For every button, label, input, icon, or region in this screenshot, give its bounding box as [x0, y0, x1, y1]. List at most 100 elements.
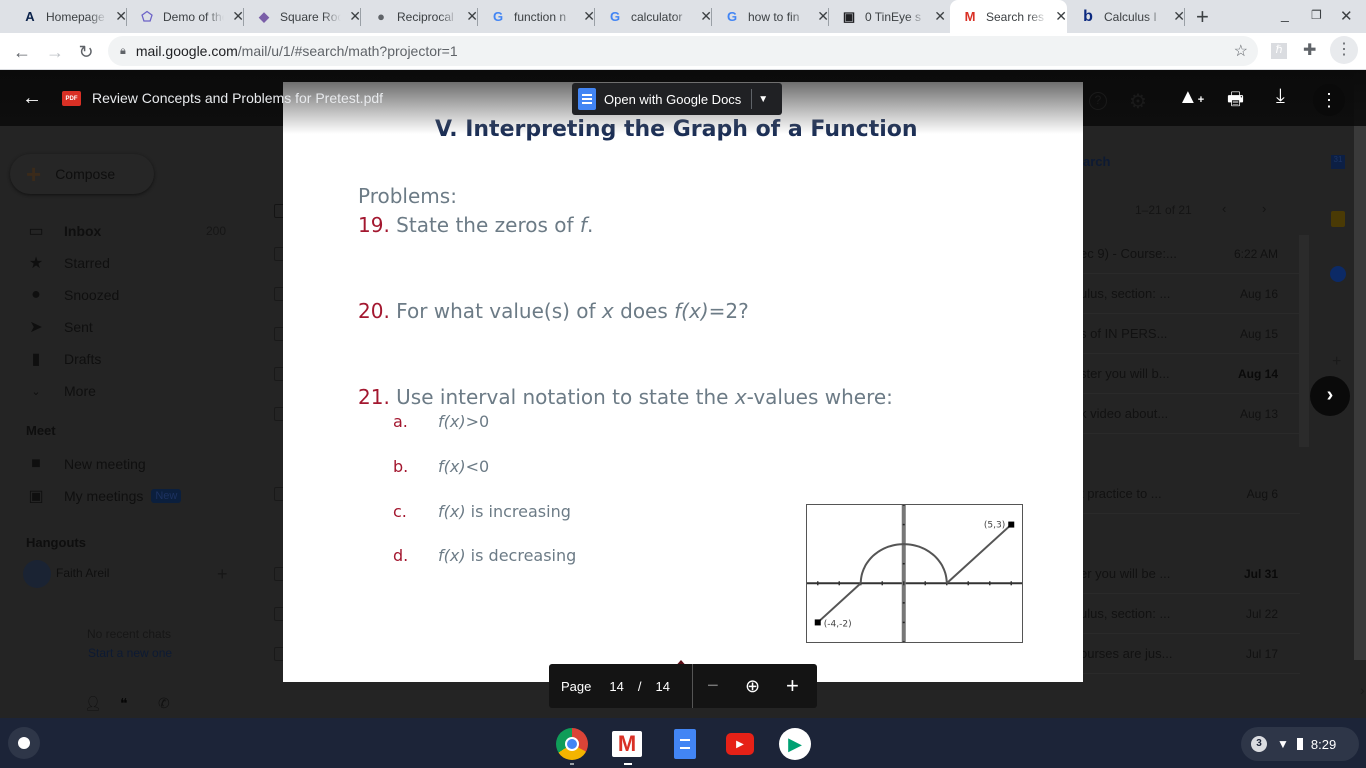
- open-with-docs-button[interactable]: Open with Google Docs ▼: [572, 83, 782, 115]
- close-tab-icon[interactable]: ✕: [934, 8, 946, 25]
- video-icon: ■: [31, 455, 41, 472]
- sidebar-item-inbox[interactable]: ▭ Inbox 200: [26, 217, 226, 245]
- mail-row[interactable]: ulus, section: ... Aug 16: [1080, 274, 1300, 314]
- back-button[interactable]: ←: [10, 40, 34, 64]
- play-store-icon[interactable]: ▶: [779, 728, 811, 760]
- page-controls: Page 14 / 14 − ⊕ +: [549, 664, 817, 708]
- mail-row[interactable]: k video about... Aug 13: [1080, 394, 1300, 434]
- phone-icon[interactable]: ✆: [158, 695, 170, 712]
- download-icon[interactable]: ⤓: [1276, 85, 1285, 108]
- tab[interactable]: A Homepage ✕: [10, 0, 127, 33]
- inbox-icon: ▭: [28, 223, 44, 240]
- sidebar-item-starred[interactable]: ★ Starred: [26, 249, 110, 277]
- browser-menu-icon[interactable]: ⋮: [1330, 36, 1358, 64]
- avatar: [23, 560, 51, 588]
- sidebar-item-snoozed[interactable]: ● Snoozed: [26, 281, 119, 309]
- back-arrow-icon[interactable]: ←: [22, 87, 42, 110]
- university-arizona-icon: A: [25, 9, 35, 24]
- mail-row[interactable]: t practice to ... Aug 6: [1080, 474, 1300, 514]
- subpart-c: c.: [393, 502, 407, 521]
- help-icon[interactable]: ?: [1089, 92, 1107, 110]
- address-bar[interactable]: 🔒︎ mail.google.com/mail/u/1/#search/math…: [108, 36, 1258, 66]
- keep-app-icon[interactable]: [1331, 211, 1345, 227]
- tab[interactable]: b Calculus I ✕: [1068, 0, 1185, 33]
- status-tray[interactable]: 3 ▼ 8:29: [1241, 727, 1359, 761]
- subpart-c-text: f(x) is increasing: [438, 502, 571, 521]
- forward-button[interactable]: →: [43, 40, 67, 64]
- next-file-button[interactable]: ›: [1310, 376, 1350, 416]
- tab[interactable]: ● Reciprocal ✕: [361, 0, 478, 33]
- mail-row[interactable]: ulus, section: ... Jul 22: [1080, 594, 1300, 634]
- tab[interactable]: ▣ 0 TinEye s ✕: [829, 0, 946, 33]
- docs-icon[interactable]: [674, 729, 696, 759]
- sidebar-item-sent[interactable]: ➤ Sent: [26, 313, 93, 341]
- calendar-app-icon[interactable]: 31: [1331, 155, 1345, 169]
- gmail-icon[interactable]: M: [612, 731, 642, 757]
- contacts-icon[interactable]: 👤︎: [84, 695, 102, 712]
- hangouts-heading: Hangouts: [26, 535, 86, 550]
- minimize-button[interactable]: _: [1281, 6, 1289, 22]
- extension-icon[interactable]: ℏ: [1271, 43, 1287, 59]
- subpart-d: d.: [393, 546, 409, 565]
- sidebar-item-drafts[interactable]: ▮ Drafts: [26, 345, 102, 373]
- tab-active[interactable]: M Search res ✕: [950, 0, 1067, 33]
- puzzle-extensions-icon[interactable]: ✚: [1303, 40, 1316, 60]
- zoom-in-button[interactable]: +: [786, 673, 799, 699]
- expand-panel-icon[interactable]: ›: [1360, 682, 1365, 698]
- print-icon[interactable]: 🖶︎: [1227, 87, 1244, 117]
- tab[interactable]: ⬠ Demo of the ✕: [127, 0, 244, 33]
- hangouts-user[interactable]: Faith Areil: [56, 566, 109, 580]
- hangouts-icon[interactable]: ❝: [120, 695, 128, 712]
- running-indicator: [624, 763, 632, 765]
- new-meeting-item[interactable]: ■ New meeting: [26, 450, 146, 478]
- compose-button[interactable]: + Compose: [10, 154, 154, 194]
- mail-row[interactable]: er you will be ... Jul 31: [1080, 554, 1300, 594]
- close-window-button[interactable]: ✕: [1340, 7, 1353, 25]
- function-graph: (-4,-2) (5,3): [806, 504, 1023, 643]
- tasks-app-icon[interactable]: [1330, 266, 1346, 282]
- zoom-out-button[interactable]: −: [707, 675, 719, 698]
- add-to-drive-icon[interactable]: ▲+: [1178, 86, 1204, 109]
- reload-button[interactable]: ↻: [74, 40, 98, 64]
- scrollbar[interactable]: [1299, 235, 1309, 447]
- tab[interactable]: G calculator ✕: [595, 0, 712, 33]
- open-with-dropdown-icon[interactable]: ▼: [758, 94, 768, 105]
- mail-row[interactable]: ster you will b... Aug 14: [1080, 354, 1300, 394]
- mail-row[interactable]: s of IN PERS... Aug 15: [1080, 314, 1300, 354]
- close-tab-icon[interactable]: ✕: [1055, 8, 1067, 25]
- left-endpoint: [814, 619, 821, 626]
- prev-page-button[interactable]: ‹: [1222, 201, 1226, 216]
- mail-row[interactable]: ourses are jus... Jul 17: [1080, 634, 1300, 674]
- clock-time: 8:29: [1310, 736, 1337, 752]
- google-icon: G: [609, 9, 621, 24]
- bing-icon: b: [1083, 7, 1093, 25]
- tab[interactable]: G function n ✕: [478, 0, 595, 33]
- start-chat-link[interactable]: Start a new one: [88, 646, 172, 660]
- settings-gear-icon[interactable]: ⚙: [1129, 89, 1147, 114]
- restore-button[interactable]: ❐: [1311, 8, 1322, 22]
- youtube-icon[interactable]: ▶: [726, 733, 754, 755]
- add-chat-icon[interactable]: +: [217, 564, 228, 585]
- current-page-input[interactable]: 14: [609, 679, 623, 694]
- clock-icon: ●: [31, 286, 41, 303]
- sidebar-item-more[interactable]: ⌄ More: [26, 377, 96, 405]
- my-meetings-item[interactable]: ▣ My meetings New: [26, 482, 182, 510]
- zoom-icon[interactable]: ⊕: [745, 676, 760, 697]
- chevron-down-icon: ⌄: [31, 385, 41, 398]
- mail-row[interactable]: ec 9) - Course:... 6:22 AM: [1080, 234, 1300, 274]
- chrome-icon[interactable]: [556, 728, 588, 760]
- more-options-icon[interactable]: ⋮: [1313, 84, 1345, 116]
- tab[interactable]: ◆ Square Root ✕: [244, 0, 361, 33]
- section-heading: V. Interpreting the Graph of a Function: [435, 117, 918, 142]
- bookmark-star-icon[interactable]: ☆: [1234, 41, 1248, 61]
- launcher-button[interactable]: [8, 727, 40, 759]
- next-page-button[interactable]: ›: [1262, 201, 1266, 216]
- problem-20: 20. For what value(s) of x does f(x)=2?: [358, 299, 749, 323]
- google-docs-icon: [578, 88, 596, 110]
- tab[interactable]: G how to fin ✕: [712, 0, 829, 33]
- add-addon-icon[interactable]: +: [1332, 353, 1341, 371]
- problem-19: 19. State the zeros of f.: [358, 213, 594, 237]
- new-tab-button[interactable]: +: [1196, 4, 1209, 30]
- subpart-b: b.: [393, 457, 409, 476]
- film-icon: ▣: [842, 8, 856, 24]
